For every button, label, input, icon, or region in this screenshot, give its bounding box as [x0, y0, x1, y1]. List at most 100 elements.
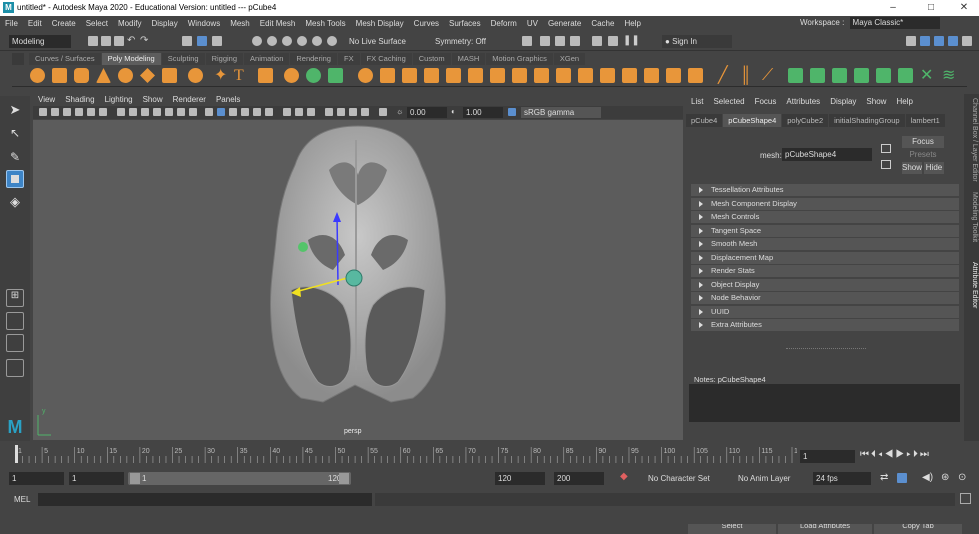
- single-perspective-layout-icon[interactable]: ⊞: [6, 289, 24, 307]
- section-mesh-controls[interactable]: Mesh Controls: [691, 211, 959, 223]
- gate-mask-icon[interactable]: [153, 108, 161, 116]
- use-all-lights-icon[interactable]: [253, 108, 261, 116]
- snap-surface-icon[interactable]: [312, 36, 322, 46]
- loop-icon[interactable]: ⇄: [880, 472, 888, 483]
- go-to-end-icon[interactable]: ⏭: [920, 449, 931, 460]
- xray-icon[interactable]: [283, 108, 291, 116]
- viewport-menu-renderer[interactable]: Renderer: [168, 94, 211, 106]
- section-object-display[interactable]: Object Display: [691, 279, 959, 291]
- poly-sphere-icon[interactable]: [30, 68, 45, 83]
- ae-menu-help[interactable]: Help: [891, 94, 917, 109]
- cut-uv-icon[interactable]: [876, 68, 891, 83]
- playback-start-field[interactable]: 1: [69, 472, 124, 485]
- section-tangent-space[interactable]: Tangent Space: [691, 225, 959, 237]
- tab-lambert1[interactable]: lambert1: [905, 114, 945, 127]
- menu-modify[interactable]: Modify: [113, 19, 147, 28]
- menu-generate[interactable]: Generate: [543, 19, 586, 28]
- focus-output-icon[interactable]: [881, 160, 891, 169]
- ae-menu-attributes[interactable]: Attributes: [781, 94, 825, 109]
- grid-icon[interactable]: [117, 108, 125, 116]
- show-button[interactable]: Show: [902, 162, 922, 174]
- end-time-field[interactable]: 200: [554, 472, 604, 485]
- menu-display[interactable]: Display: [147, 19, 183, 28]
- time-slider-ruler[interactable]: 1 5 10 15 20 25 30 35 40 45 50 55 60 65 70 75 80 85 90 95 10…: [12, 443, 806, 465]
- close-button[interactable]: ✕: [949, 1, 979, 15]
- current-frame-field[interactable]: 1: [800, 450, 855, 463]
- anim-prefs-icon[interactable]: [897, 473, 907, 483]
- boolean-intersection-icon[interactable]: [328, 68, 343, 83]
- poly-cylinder-icon[interactable]: [74, 68, 89, 83]
- move-tool-icon[interactable]: [6, 170, 24, 188]
- go-to-start-icon[interactable]: ⏮: [860, 449, 871, 460]
- focus-button[interactable]: Focus: [902, 136, 944, 148]
- combine-icon[interactable]: [358, 68, 373, 83]
- fill-hole-icon[interactable]: [556, 68, 571, 83]
- mel-label[interactable]: MEL: [14, 495, 30, 504]
- menu-deform[interactable]: Deform: [486, 19, 522, 28]
- smooth-shade-icon[interactable]: [217, 108, 225, 116]
- exposure-field[interactable]: 0.00: [407, 107, 447, 118]
- paint-select-icon[interactable]: ✎: [6, 150, 24, 168]
- ipr-render-icon[interactable]: [555, 36, 565, 46]
- hypershade-icon[interactable]: [592, 36, 602, 46]
- section-smooth-mesh[interactable]: Smooth Mesh: [691, 238, 959, 250]
- start-time-field[interactable]: 1: [9, 472, 64, 485]
- script-editor-icon[interactable]: [960, 493, 971, 504]
- four-view-layout-icon[interactable]: [6, 312, 24, 330]
- outliner-toggle-icon[interactable]: [962, 36, 972, 46]
- menu-edit-mesh[interactable]: Edit Mesh: [255, 19, 301, 28]
- select-camera-icon[interactable]: [39, 108, 47, 116]
- notes-field[interactable]: [689, 384, 960, 422]
- character-set-dropdown[interactable]: No Character Set: [648, 474, 710, 483]
- menu-help[interactable]: Help: [619, 19, 645, 28]
- menu-select[interactable]: Select: [81, 19, 113, 28]
- playback-end-field[interactable]: 120: [495, 472, 545, 485]
- pause-viewport-icon[interactable]: ❚❚: [623, 36, 640, 46]
- section-displacement-map[interactable]: Displacement Map: [691, 252, 959, 264]
- section-mesh-component-display[interactable]: Mesh Component Display: [691, 198, 959, 210]
- append-polygon-icon[interactable]: [534, 68, 549, 83]
- tab-curves-surfaces[interactable]: Curves / Surfaces: [29, 53, 101, 65]
- workspace-dropdown[interactable]: Maya Classic*: [849, 17, 940, 29]
- anti-aliasing-icon[interactable]: [349, 108, 357, 116]
- tab-fx-caching[interactable]: FX Caching: [360, 53, 412, 65]
- attribute-editor-toggle-icon[interactable]: [920, 36, 930, 46]
- tab-custom[interactable]: Custom: [412, 53, 451, 65]
- tab-initialshadinggroup[interactable]: initialShadingGroup: [829, 114, 905, 127]
- channel-box-tab[interactable]: Channel Box / Layer Editor: [965, 98, 978, 182]
- multi-cut-icon[interactable]: [622, 68, 637, 83]
- animation-settings-icon[interactable]: ⊙: [958, 472, 966, 483]
- tab-mash[interactable]: MASH: [451, 53, 486, 65]
- gamma-field[interactable]: 1.00: [463, 107, 503, 118]
- smooth-icon[interactable]: [402, 68, 417, 83]
- snap-curve-icon[interactable]: [267, 36, 277, 46]
- tab-poly-modeling[interactable]: Poly Modeling: [101, 53, 161, 65]
- tab-pcubeshape4[interactable]: pCubeShape4: [723, 114, 782, 127]
- sign-in-dropdown[interactable]: ● Sign In: [662, 35, 732, 48]
- current-time-indicator[interactable]: [15, 445, 18, 463]
- color-management-icon[interactable]: [508, 108, 516, 116]
- auto-key-icon[interactable]: ◆: [620, 471, 628, 482]
- planar-mapping-icon[interactable]: [788, 68, 803, 83]
- tab-fx[interactable]: FX: [337, 53, 360, 65]
- isolate-select-icon[interactable]: [379, 108, 387, 116]
- ae-menu-display[interactable]: Display: [825, 94, 861, 109]
- color-space-dropdown[interactable]: sRGB gamma: [521, 107, 601, 118]
- menuset-dropdown[interactable]: Modeling: [9, 35, 71, 48]
- bridge-icon[interactable]: [490, 68, 505, 83]
- super-shape-icon[interactable]: [188, 68, 203, 83]
- snap-edge-icon[interactable]: [327, 36, 337, 46]
- snap-view-plane-icon[interactable]: [297, 36, 307, 46]
- menu-curves[interactable]: Curves: [409, 19, 444, 28]
- viewport-menu-panels[interactable]: Panels: [211, 94, 245, 106]
- tab-animation[interactable]: Animation: [244, 53, 290, 65]
- viewport-menu-shading[interactable]: Shading: [60, 94, 99, 106]
- ae-menu-focus[interactable]: Focus: [750, 94, 782, 109]
- wireframe-icon[interactable]: [205, 108, 213, 116]
- textured-icon[interactable]: [241, 108, 249, 116]
- anim-layer-dropdown[interactable]: No Anim Layer: [738, 474, 790, 483]
- select-component-icon[interactable]: [212, 36, 222, 46]
- hide-button[interactable]: Hide: [924, 162, 944, 174]
- ae-menu-selected[interactable]: Selected: [708, 94, 749, 109]
- modeling-toolkit-icon[interactable]: [906, 36, 916, 46]
